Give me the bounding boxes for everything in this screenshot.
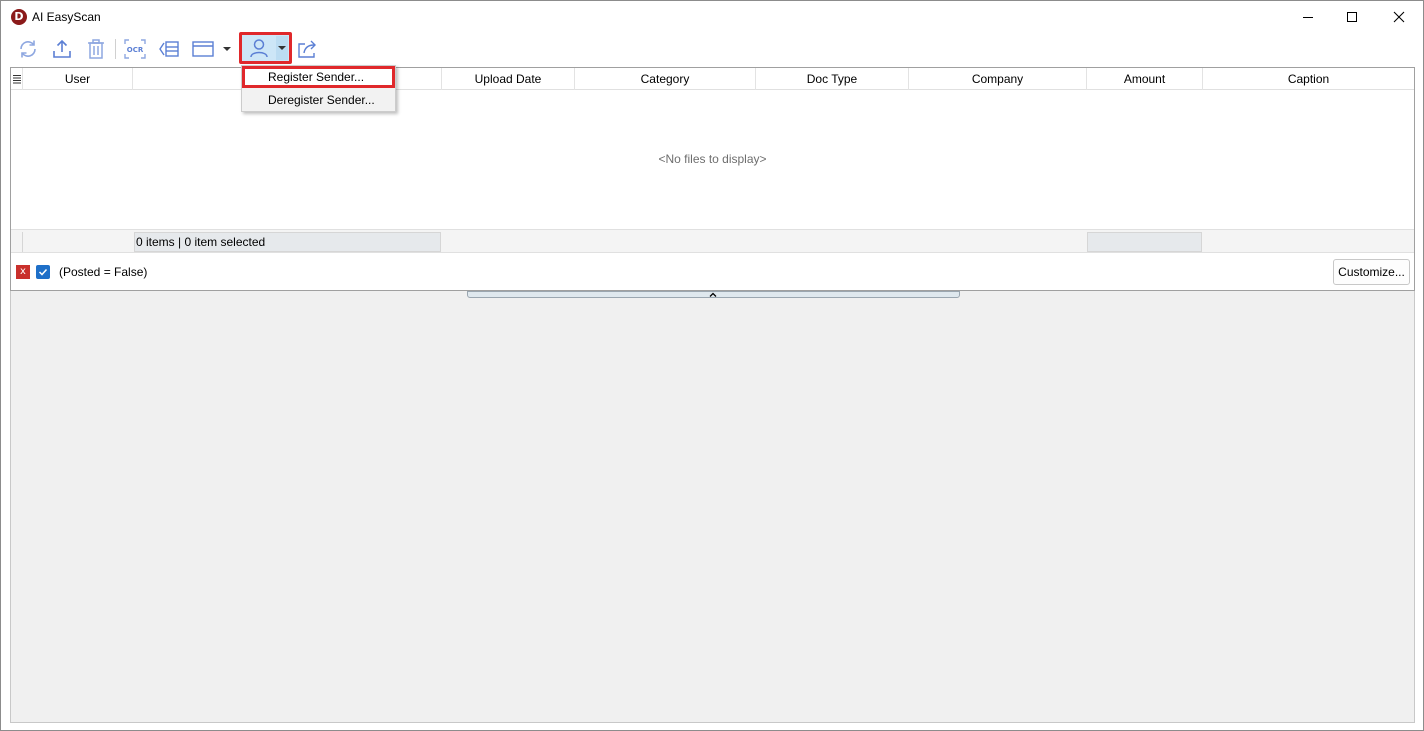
empty-message: <No files to display>: [658, 152, 767, 166]
upload-button[interactable]: [49, 36, 75, 62]
footer-divider: [22, 232, 23, 252]
user-sender-button-group: [239, 32, 292, 64]
item-count-summary: 0 items | 0 item selected: [136, 235, 266, 249]
footer-amount-cell: [1087, 232, 1202, 252]
split-icon: [159, 41, 179, 57]
column-header-category[interactable]: Category: [575, 68, 756, 90]
refresh-icon: [20, 40, 36, 58]
maximize-button[interactable]: [1329, 1, 1375, 33]
grid-footer: 0 items | 0 item selected: [11, 229, 1414, 253]
upload-icon: [53, 39, 71, 58]
delete-button[interactable]: [83, 36, 109, 62]
column-header-caption[interactable]: Caption: [1203, 68, 1414, 90]
layout-icon: [192, 41, 214, 57]
column-chooser-button[interactable]: [11, 68, 23, 90]
minimize-button[interactable]: [1285, 1, 1331, 33]
pane-splitter[interactable]: [467, 291, 960, 298]
window-title: AI EasyScan: [32, 10, 101, 24]
files-grid: User Upload Date Category Doc Type Compa…: [10, 67, 1415, 291]
column-header-user[interactable]: User: [23, 68, 133, 90]
chevron-down-icon: [223, 47, 231, 51]
user-button[interactable]: [246, 36, 272, 60]
user-icon: [250, 39, 268, 58]
share-icon: [298, 40, 316, 58]
filter-bar: x (Posted = False) Customize...: [11, 254, 1414, 290]
ocr-icon: OCR: [124, 39, 146, 59]
column-header-upload-date[interactable]: Upload Date: [442, 68, 575, 90]
layout-button[interactable]: [190, 36, 216, 62]
maximize-icon: [1347, 12, 1357, 22]
app-window: D AI EasyScan OCR Register Sender... Der…: [0, 0, 1424, 731]
column-chooser-icon: [12, 75, 21, 84]
grid-header: User Upload Date Category Doc Type Compa…: [11, 68, 1414, 90]
customize-button[interactable]: Customize...: [1333, 259, 1410, 285]
preview-pane: [10, 291, 1415, 723]
filter-expression[interactable]: (Posted = False): [59, 265, 147, 279]
user-dropdown-menu: Register Sender... Deregister Sender...: [241, 65, 396, 112]
title-bar: D AI EasyScan: [1, 1, 1423, 33]
checkmark-icon: [38, 268, 48, 276]
user-dropdown-button[interactable]: [276, 36, 288, 60]
column-header-company[interactable]: Company: [909, 68, 1087, 90]
toolbar-separator: [115, 39, 116, 59]
layout-dropdown-button[interactable]: [221, 36, 233, 62]
delete-icon: [88, 39, 104, 59]
chevron-down-icon: [278, 46, 286, 50]
split-button[interactable]: [156, 36, 182, 62]
app-logo: D: [11, 9, 27, 25]
column-header-amount[interactable]: Amount: [1087, 68, 1203, 90]
minimize-icon: [1303, 17, 1313, 18]
close-icon: [1393, 11, 1405, 23]
refresh-button[interactable]: [15, 36, 41, 62]
share-button[interactable]: [295, 36, 321, 62]
svg-text:OCR: OCR: [127, 46, 144, 54]
ocr-button[interactable]: OCR: [122, 36, 148, 62]
filter-enabled-checkbox[interactable]: [36, 265, 50, 279]
menu-item-deregister-sender[interactable]: Deregister Sender...: [242, 89, 395, 111]
toolbar: OCR: [1, 33, 1423, 65]
close-button[interactable]: [1376, 1, 1422, 33]
column-header-doc-type[interactable]: Doc Type: [756, 68, 909, 90]
clear-filter-button[interactable]: x: [16, 265, 30, 279]
menu-item-register-sender[interactable]: Register Sender...: [242, 66, 395, 88]
chevron-up-icon: [708, 290, 718, 298]
